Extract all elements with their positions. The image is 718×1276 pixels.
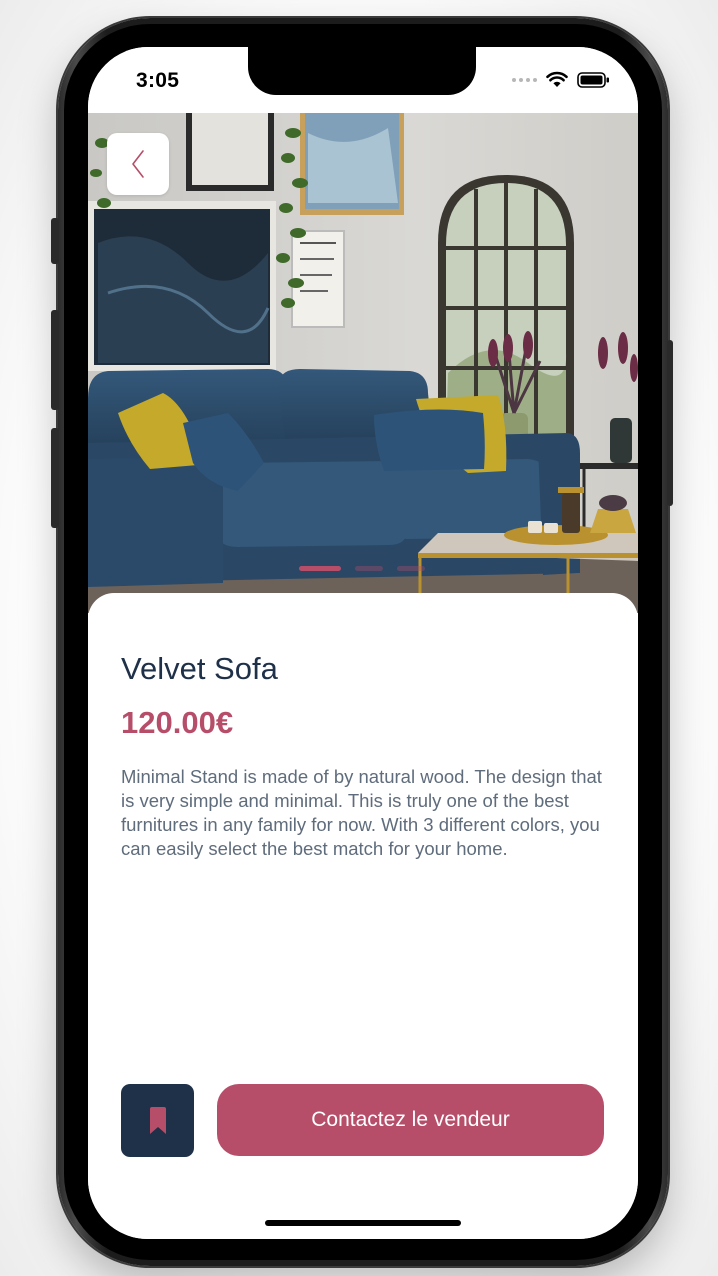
wifi-icon xyxy=(546,71,568,87)
pager-dot[interactable] xyxy=(397,566,425,571)
back-button[interactable] xyxy=(107,133,169,195)
pager-dot-active[interactable] xyxy=(299,566,341,571)
signal-icon xyxy=(512,77,537,82)
bookmark-icon xyxy=(149,1106,166,1134)
app-screen: 3:05 Velvet Sofa 120.00€ Minimal Stand i… xyxy=(88,47,638,1239)
mute-switch xyxy=(51,218,59,264)
volume-up-button xyxy=(51,310,59,410)
product-price: 120.00€ xyxy=(121,705,234,740)
pager-dot[interactable] xyxy=(355,566,383,571)
status-time: 3:05 xyxy=(136,69,180,92)
product-image-carousel[interactable] xyxy=(88,113,638,613)
volume-down-button xyxy=(51,428,59,528)
contact-seller-button[interactable]: Contactez le vendeur xyxy=(217,1084,604,1156)
status-bar: 3:05 xyxy=(88,47,638,113)
battery-icon xyxy=(577,71,609,88)
notch xyxy=(248,47,476,95)
status-icons xyxy=(512,71,610,88)
carousel-pager xyxy=(299,566,425,571)
bookmark-button[interactable] xyxy=(121,1084,194,1157)
power-button xyxy=(667,340,673,506)
product-detail-card: Velvet Sofa 120.00€ Minimal Stand is mad… xyxy=(88,593,638,1239)
chevron-left-icon xyxy=(132,150,144,178)
product-title: Velvet Sofa xyxy=(121,651,278,686)
product-description: Minimal Stand is made of by natural wood… xyxy=(121,766,602,859)
home-indicator[interactable] xyxy=(265,1220,461,1226)
sofa-photo xyxy=(88,113,638,613)
device-mockup: 3:05 Velvet Sofa 120.00€ Minimal Stand i… xyxy=(0,0,718,1276)
